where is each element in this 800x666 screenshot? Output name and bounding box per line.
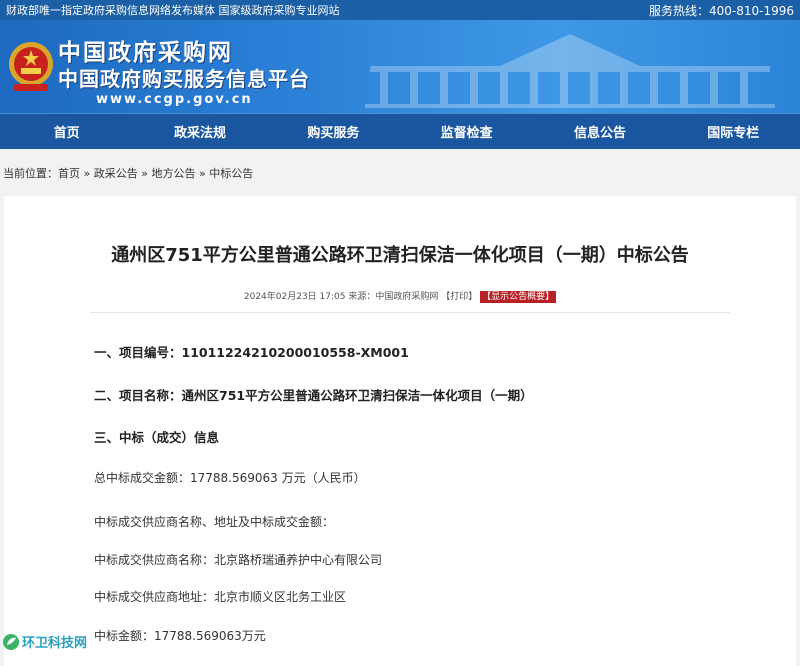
nav-item-regulations[interactable]: 政采法规 [133,114,266,149]
breadcrumb-prefix: 当前位置： [3,167,58,180]
section-project-number: 一、项目编号：11011224210200010558-XM001 [94,345,409,360]
site-notice: 财政部唯一指定政府采购信息网络发布媒体 国家级政府采购专业网站 [6,4,340,17]
print-link[interactable]: 【打印】 [441,292,477,302]
nav-item-international[interactable]: 国际专栏 [667,114,800,149]
breadcrumb-link-award-notices[interactable]: 中标公告 [209,165,253,181]
article-panel: 通州区751平方公里普通公路环卫清扫保洁一体化项目（一期）中标公告 2024年0… [4,196,796,666]
watermark-text: 环卫科技网 [22,636,88,651]
breadcrumb-separator: » [80,166,94,180]
breadcrumb-link-home[interactable]: 首页 [58,165,80,181]
supplier-name: 中标成交供应商名称：北京路桥瑞通养护中心有限公司 [94,553,383,567]
main-nav: 首页 政采法规 购买服务 监督检查 信息公告 国际专栏 [0,113,800,149]
breadcrumb-separator: » [195,166,210,180]
nav-item-supervision[interactable]: 监督检查 [400,114,533,149]
award-amount: 中标金额：17788.569063万元 [94,629,266,643]
breadcrumb: 当前位置： 首页 » 政采公告 » 地方公告 » 中标公告 [0,149,800,197]
section-award-info: 三、中标（成交）信息 [94,430,220,445]
building-illustration [365,34,775,108]
supplier-info-heading: 中标成交供应商名称、地址及中标成交金额： [94,515,335,529]
total-award-amount: 总中标成交金额：17788.569063 万元（人民币） [94,471,366,485]
nav-item-announcements[interactable]: 信息公告 [533,114,666,149]
supplier-address: 中标成交供应商地址：北京市顺义区北务工业区 [94,590,347,604]
article-source: 来源：中国政府采购网 [345,292,442,302]
nav-item-purchase-services[interactable]: 购买服务 [267,114,400,149]
article-title: 通州区751平方公里普通公路环卫清扫保洁一体化项目（一期）中标公告 [111,245,689,266]
watermark: 环卫科技网 [2,632,87,651]
national-emblem-icon [9,42,53,91]
section-project-name: 二、项目名称：通州区751平方公里普通公路环卫清扫保洁一体化项目（一期） [94,388,533,403]
hotline-text: 服务热线：400-810-1996 [648,3,794,18]
site-banner: 中国政府采购网 中国政府购买服务信息平台 www.ccgp.gov.cn [0,20,800,113]
site-subtitle: 中国政府购买服务信息平台 [58,67,310,91]
site-url: www.ccgp.gov.cn [96,92,253,107]
breadcrumb-link-procurement-notices[interactable]: 政采公告 [94,165,138,181]
top-info-bar: 财政部唯一指定政府采购信息网络发布媒体 国家级政府采购专业网站 服务热线：400… [0,0,800,20]
site-name: 中国政府采购网 [58,39,233,66]
leaf-logo-icon [3,633,19,650]
divider [90,312,730,313]
breadcrumb-link-local-notices[interactable]: 地方公告 [151,165,195,181]
show-summary-button[interactable]: 【显示公告概要】 [480,291,557,303]
breadcrumb-separator: » [137,166,152,180]
publish-date: 2024年02月23日 17:05 [243,292,346,302]
nav-item-home[interactable]: 首页 [0,114,133,149]
article-meta: 2024年02月23日 17:05 来源：中国政府采购网 【打印】 【显示公告概… [4,289,796,303]
